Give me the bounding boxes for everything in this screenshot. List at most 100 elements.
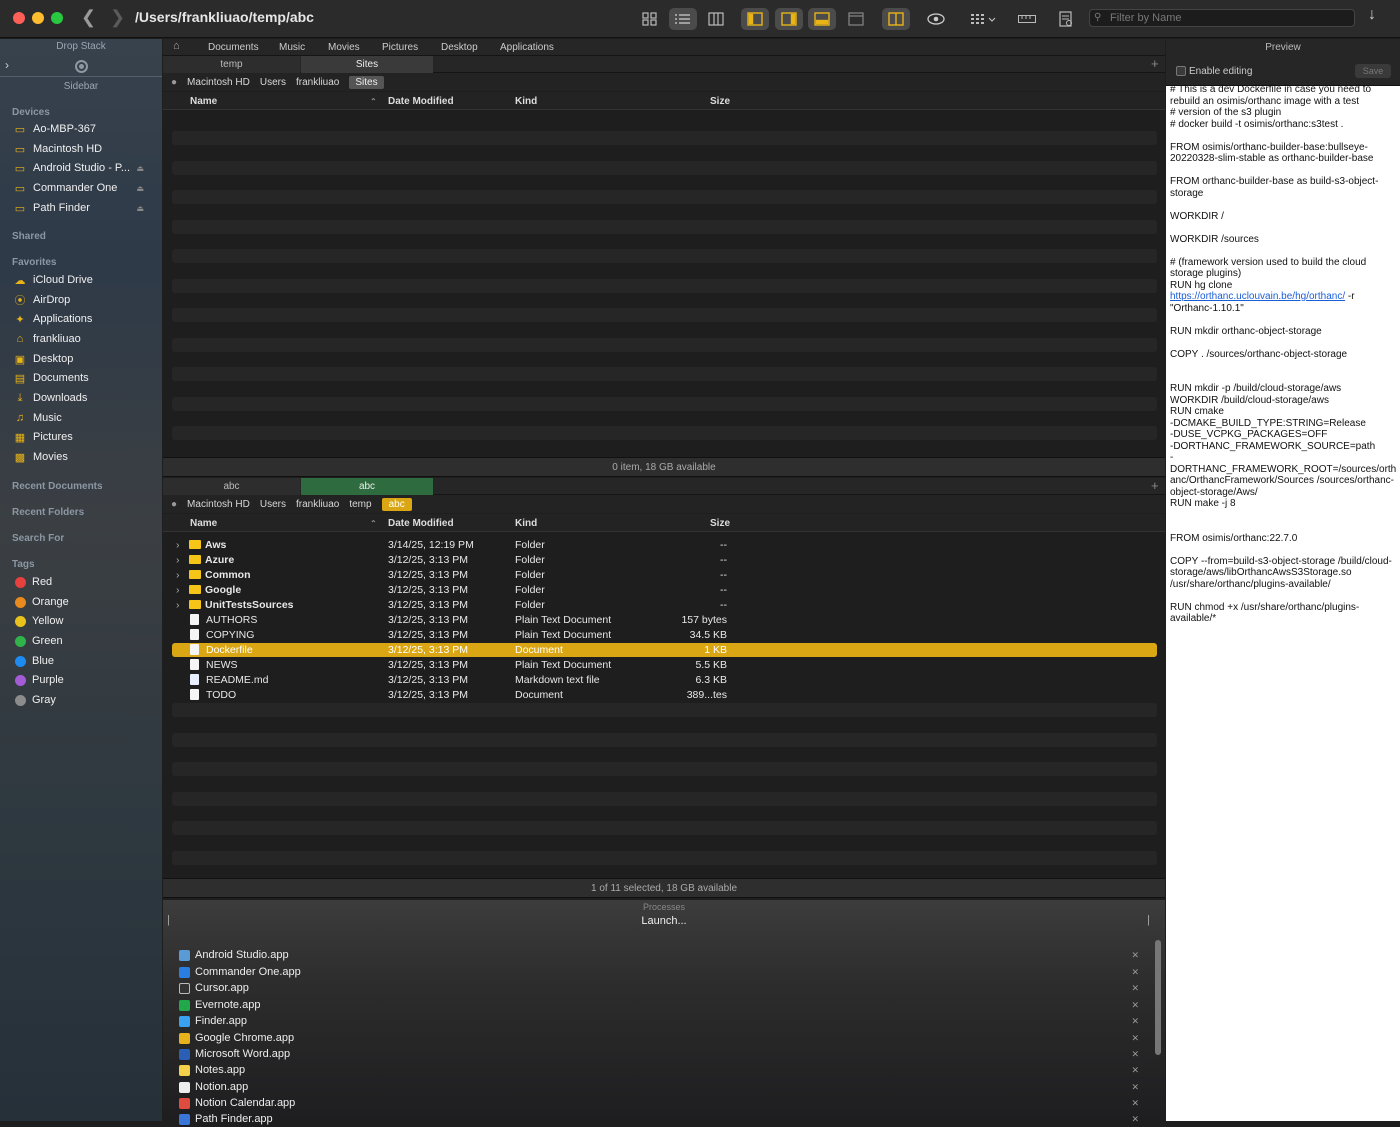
close-icon[interactable]: ✕	[1131, 1114, 1139, 1125]
disclosure-chevron-icon[interactable]: ›	[176, 584, 180, 596]
top-pane-file-list[interactable]	[163, 111, 1165, 457]
dual-pane-icon[interactable]	[882, 8, 910, 30]
expand-chevron-icon[interactable]: ›	[5, 58, 9, 72]
process-item[interactable]: Microsoft Word.app ✕	[179, 1046, 1139, 1062]
info-document-icon[interactable]	[1052, 8, 1080, 30]
zoom-window-button[interactable]	[51, 12, 63, 24]
close-icon[interactable]: ✕	[1131, 1065, 1139, 1076]
scrollbar-thumb[interactable]	[1155, 940, 1161, 1055]
recent-documents-heading[interactable]: Recent Documents	[12, 481, 103, 492]
column-view-icon[interactable]	[702, 8, 730, 30]
favbar-applications[interactable]: Applications	[500, 42, 554, 53]
quick-look-eye-icon[interactable]	[922, 8, 950, 30]
minimize-window-button[interactable]	[32, 12, 44, 24]
sidebar-item-home[interactable]: ⌂ frankliuao	[12, 330, 160, 348]
add-tab-button[interactable]: +	[1151, 56, 1159, 71]
table-row[interactable]: › Common 3/12/25, 3:13 PM Folder --	[172, 568, 1157, 582]
table-row[interactable]: › Aws 3/14/25, 12:19 PM Folder --	[172, 538, 1157, 552]
table-row[interactable]: AUTHORS 3/12/25, 3:13 PM Plain Text Docume…	[172, 613, 1157, 627]
eject-icon[interactable]: ⏏	[136, 184, 144, 193]
sidebar-item-music[interactable]: ♫ Music	[12, 409, 160, 427]
sidebar-item-applications[interactable]: ✦ Applications	[12, 310, 160, 328]
forward-icon[interactable]: ❯	[110, 7, 125, 28]
filter-field[interactable]: Filter by Name	[1089, 9, 1355, 27]
table-row-selected[interactable]: Dockerfile 3/12/25, 3:13 PM Document 1 KB	[172, 643, 1157, 657]
favbar-music[interactable]: Music	[279, 42, 305, 53]
column-size[interactable]: Size	[710, 518, 730, 529]
sidebar-item-macintosh-hd[interactable]: ▭ Macintosh HD	[12, 140, 160, 158]
back-icon[interactable]: ❮	[81, 7, 96, 28]
toggle-preview-icon[interactable]	[775, 8, 803, 30]
sidebar-item-airdrop[interactable]: ⦿ AirDrop	[12, 291, 160, 309]
list-view-icon[interactable]	[669, 8, 697, 30]
table-row[interactable]: README.md 3/12/25, 3:13 PM Markdown text f…	[172, 673, 1157, 687]
favbar-pictures[interactable]: Pictures	[382, 42, 418, 53]
process-item[interactable]: Path Finder.app ✕	[179, 1111, 1139, 1127]
column-kind[interactable]: Kind	[515, 96, 537, 107]
process-item[interactable]: Notion.app ✕	[179, 1079, 1139, 1095]
favbar-movies[interactable]: Movies	[328, 42, 360, 53]
table-row[interactable]: COPYING 3/12/25, 3:13 PM Plain Text Docume…	[172, 628, 1157, 642]
sidebar-item-icloud-drive[interactable]: ☁ iCloud Drive	[12, 271, 160, 289]
eject-icon[interactable]: ⏏	[136, 204, 144, 213]
sidebar-tag-gray[interactable]: Gray	[12, 691, 160, 709]
disclosure-chevron-icon[interactable]: ›	[176, 599, 180, 611]
table-row[interactable]: NEWS 3/12/25, 3:13 PM Plain Text Document 5…	[172, 658, 1157, 672]
column-size[interactable]: Size	[710, 96, 730, 107]
toggle-top-shelf-icon[interactable]	[842, 8, 870, 30]
column-kind[interactable]: Kind	[515, 518, 537, 529]
disclosure-chevron-icon[interactable]: ›	[176, 569, 180, 581]
save-button[interactable]: Save	[1355, 64, 1391, 78]
close-icon[interactable]: ✕	[1131, 1000, 1139, 1011]
process-item[interactable]: Google Chrome.app ✕	[179, 1030, 1139, 1046]
sidebar-item-movies[interactable]: ▩ Movies	[12, 448, 160, 466]
crumb-frankliuao[interactable]: frankliuao	[296, 499, 339, 510]
crumb-frankliuao[interactable]: frankliuao	[296, 77, 339, 88]
table-row[interactable]: › Google 3/12/25, 3:13 PM Folder --	[172, 583, 1157, 597]
download-arrow-icon[interactable]: ↓	[1368, 6, 1376, 24]
enable-editing-checkbox[interactable]	[1176, 66, 1186, 76]
column-date-modified[interactable]: Date Modified	[388, 96, 454, 107]
toggle-sidebar-icon[interactable]	[741, 8, 769, 30]
close-icon[interactable]: ✕	[1131, 1033, 1139, 1044]
filter-input[interactable]: Filter by Name	[1089, 9, 1355, 27]
sidebar-tag-green[interactable]: Green	[12, 632, 160, 650]
table-row[interactable]: › UnitTestsSources 3/12/25, 3:13 PM Folder -…	[172, 598, 1157, 612]
sidebar-item-desktop[interactable]: ▣ Desktop	[12, 350, 160, 368]
crumb-users[interactable]: Users	[260, 77, 286, 88]
tab-temp[interactable]: temp	[163, 56, 300, 73]
column-date-modified[interactable]: Date Modified	[388, 518, 454, 529]
launch-button[interactable]: Launch...	[163, 915, 1165, 927]
crumb-macintosh-hd[interactable]: Macintosh HD	[187, 499, 250, 510]
drop-target-icon[interactable]	[75, 60, 88, 73]
icon-view-icon[interactable]	[636, 8, 664, 30]
crumb-sites[interactable]: Sites	[349, 75, 384, 89]
search-for-heading[interactable]: Search For	[12, 533, 64, 544]
close-icon[interactable]: ✕	[1131, 1016, 1139, 1027]
column-name[interactable]: Name	[190, 518, 217, 529]
home-icon[interactable]: ⌂	[173, 40, 180, 52]
process-item[interactable]: Evernote.app ✕	[179, 997, 1139, 1013]
close-window-button[interactable]	[13, 12, 25, 24]
close-icon[interactable]: ✕	[1131, 1049, 1139, 1060]
sidebar-item-android-studio[interactable]: ▭ Android Studio - P... ⏏	[12, 159, 160, 177]
close-icon[interactable]: ✕	[1131, 1098, 1139, 1109]
tab-abc-active[interactable]: abc	[301, 478, 433, 495]
close-icon[interactable]: ✕	[1131, 983, 1139, 994]
add-tab-button[interactable]: +	[1151, 478, 1159, 493]
process-item[interactable]: Commander One.app ✕	[179, 964, 1139, 980]
tab-sites[interactable]: Sites	[301, 56, 433, 73]
crumb-users[interactable]: Users	[260, 499, 286, 510]
sidebar-tag-red[interactable]: Red	[12, 573, 160, 591]
sidebar-item-ao-mbp[interactable]: ▭ Ao-MBP-367	[12, 120, 160, 138]
process-item[interactable]: Notes.app ✕	[179, 1062, 1139, 1078]
ruler-icon[interactable]	[1013, 8, 1041, 30]
column-name[interactable]: Name	[190, 96, 217, 107]
toggle-bottom-shelf-icon[interactable]	[808, 8, 836, 30]
favbar-documents[interactable]: Documents	[208, 42, 259, 53]
process-item[interactable]: Android Studio.app ✕	[179, 947, 1139, 963]
sidebar-item-commander-one[interactable]: ▭ Commander One ⏏	[12, 179, 160, 197]
sidebar-item-path-finder[interactable]: ▭ Path Finder ⏏	[12, 199, 160, 217]
tab-abc[interactable]: abc	[163, 478, 300, 495]
process-item[interactable]: Notion Calendar.app ✕	[179, 1095, 1139, 1111]
